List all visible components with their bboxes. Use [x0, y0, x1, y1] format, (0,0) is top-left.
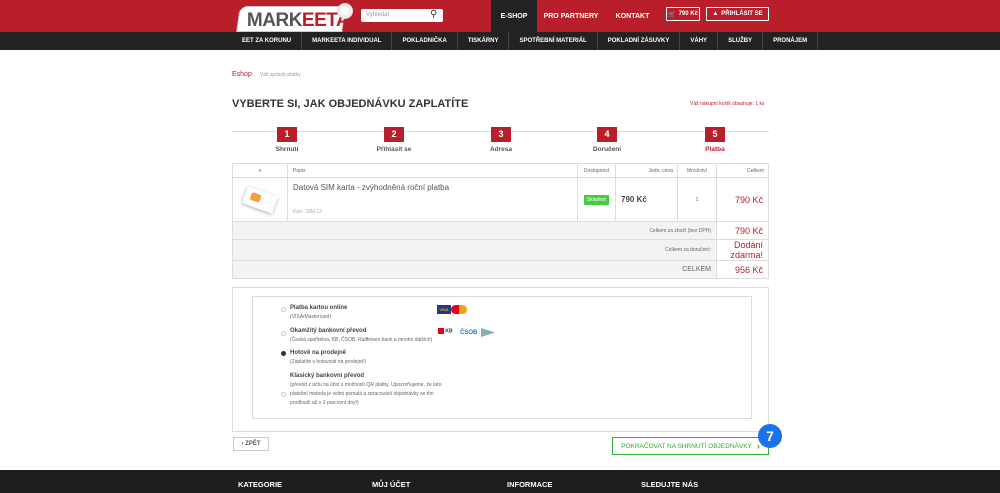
col-dostupnost: Dostupnost: [577, 163, 616, 178]
product-name[interactable]: Datová SIM karta - zvýhodněná roční plat…: [293, 183, 572, 192]
radio-instant-transfer[interactable]: [281, 331, 286, 336]
step-badge: 7: [758, 424, 782, 448]
menu-item[interactable]: POKLADNÍ ZÁSUVKY: [598, 32, 681, 50]
category-menu: EET ZA KORUNU MARKEETA INDIVIDUAL POKLAD…: [0, 32, 1000, 50]
menu-item[interactable]: VÁHY: [680, 32, 719, 50]
footer-heading: KATEGORIE: [238, 480, 283, 489]
col-popis: Popis: [287, 163, 578, 178]
unit-price: 790 Kč: [615, 177, 678, 222]
subtotal-value: 790 Kč: [716, 221, 769, 240]
logo[interactable]: MARKEETA: [236, 6, 349, 32]
kb-logo: KB: [438, 328, 453, 334]
cart-info: Váš nákupní košík obsahuje: 1 ks: [690, 101, 765, 107]
footer-heading: SLEDUJTE NÁS: [641, 480, 699, 489]
step-label: Platba: [705, 146, 725, 153]
menu-item[interactable]: POKLADNIČKA: [392, 32, 458, 50]
col-x: x: [232, 163, 288, 178]
step-label: Přihlásit se: [376, 146, 412, 153]
delivery-value: Dodání zdarma!: [716, 239, 769, 261]
order-table: x Popis Dostupnost Jedn. cena Množství C…: [232, 163, 769, 279]
cart-icon: 🛒: [668, 11, 676, 18]
footer-heading: INFORMACE: [507, 480, 553, 489]
nav-eshop[interactable]: E-SHOP: [491, 0, 537, 32]
option-instant-transfer[interactable]: Okamžitý bankovní převod (Česká spořiteln…: [290, 328, 432, 343]
step-label: Adresa: [489, 146, 513, 153]
radio-card[interactable]: [281, 307, 286, 312]
radio-bank-transfer[interactable]: [281, 392, 286, 397]
col-mnozstvi: Množství: [677, 163, 717, 178]
col-cena: Jedn. cena: [615, 163, 678, 178]
flower-icon: [338, 4, 352, 18]
total-value: 956 Kč: [716, 260, 769, 279]
table-header: x Popis Dostupnost Jedn. cena Množství C…: [232, 163, 769, 178]
radio-cash[interactable]: [281, 351, 286, 356]
breadcrumb-home[interactable]: Eshop: [232, 71, 252, 78]
option-bank-transfer[interactable]: Klasický bankovní převod (převod z účtu n…: [290, 372, 450, 408]
breadcrumb-current: Váš způsob platby: [259, 72, 301, 78]
footer-heading: MŮJ ÚČET: [372, 480, 411, 489]
login-button[interactable]: ▲ PŘIHLÁSIT SE: [706, 7, 769, 21]
step-4[interactable]: 4 Doručení: [567, 124, 647, 153]
subtotal-label: Celkem za zboží (bez DPH): [232, 221, 717, 240]
user-icon: ▲: [712, 11, 719, 17]
table-row: Datová SIM karta - zvýhodněná roční plat…: [232, 177, 769, 222]
step-2[interactable]: 2 Přihlásit se: [354, 124, 434, 153]
product-code: Kód : SIM 12: [293, 209, 322, 215]
menu-item[interactable]: SPOTŘEBNÍ MATERIÁL: [509, 32, 598, 50]
step-number: 3: [491, 127, 511, 142]
mastercard-logo: [451, 305, 467, 314]
breadcrumb: Eshop Váš způsob platby: [232, 71, 301, 78]
col-celkem: Celkem: [716, 163, 769, 178]
step-number: 5: [705, 127, 725, 142]
page-title: VYBERTE SI, JAK OBJEDNÁVKU ZAPLATÍTE: [232, 98, 469, 110]
total-label: CELKEM: [232, 260, 717, 279]
back-button[interactable]: ‹ ZPĚT: [233, 437, 269, 451]
availability-badge: Skladem: [583, 194, 610, 205]
step-3[interactable]: 3 Adresa: [461, 124, 541, 153]
step-number: 1: [277, 127, 297, 142]
option-cash[interactable]: Hotově na prodejně (Zaplatíte v hotovosti…: [290, 350, 366, 365]
step-label: Shrnutí: [275, 146, 299, 153]
cart-total: 790 Kč: [678, 11, 698, 17]
footer: [0, 470, 1000, 493]
cart-button[interactable]: 🛒 790 Kč: [666, 7, 700, 21]
csob-logo: ČSOB: [460, 330, 478, 336]
visa-logo: VISA: [437, 305, 451, 314]
delivery-row: Celkem za doručení: Dodání zdarma!: [232, 239, 769, 261]
login-label: PŘIHLÁSIT SE: [721, 11, 763, 17]
menu-item[interactable]: MARKEETA INDIVIDUAL: [302, 32, 393, 50]
menu-item[interactable]: SLUŽBY: [718, 32, 764, 50]
quantity: 1: [677, 177, 717, 222]
total-row: CELKEM 956 Kč: [232, 260, 769, 279]
subtotal-row: Celkem za zboží (bez DPH) 790 Kč: [232, 221, 769, 240]
step-label: Doručení: [592, 146, 622, 153]
delivery-label: Celkem za doručení:: [232, 239, 717, 261]
line-total: 790 Kč: [716, 177, 769, 222]
step-number: 2: [384, 127, 404, 142]
menu-item[interactable]: PRONÁJEM: [763, 32, 819, 50]
menu-item[interactable]: EET ZA KORUNU: [232, 32, 303, 50]
search-icon[interactable]: ⚲: [430, 9, 437, 20]
option-card[interactable]: Platba kartou online (VISA/Mastercard): [290, 305, 347, 320]
step-1[interactable]: 1 Shrnutí: [247, 124, 327, 153]
nav-pro-partnery[interactable]: PRO PARTNERY: [537, 0, 605, 32]
step-number: 4: [597, 127, 617, 142]
continue-button[interactable]: POKRAČOVAT NA SHRNUTÍ OBJEDNÁVKY ›: [612, 437, 769, 455]
menu-item[interactable]: TISKÁRNY: [458, 32, 510, 50]
sim-card-image: [232, 177, 288, 222]
nav-kontakt[interactable]: KONTAKT: [605, 0, 660, 32]
step-5: 5 Platba: [675, 124, 755, 153]
